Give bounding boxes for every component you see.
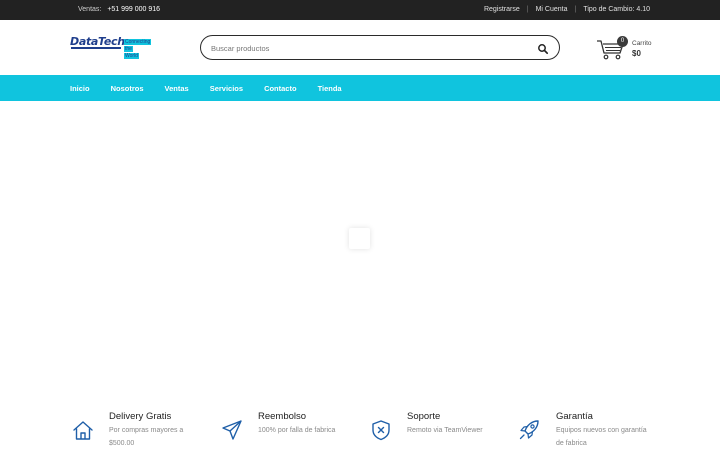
cart-count-badge: 0 [617, 36, 628, 47]
account-links: Registrarse | Mi Cuenta | Tipo de Cambio… [484, 6, 650, 13]
main-nav: Inicio Nosotros Ventas Servicios Contact… [0, 75, 720, 101]
cart-label: Carrito [632, 40, 652, 47]
my-account-link[interactable]: Mi Cuenta [536, 6, 568, 13]
feature-title: Reembolso [258, 411, 307, 422]
feature-title: Soporte [407, 411, 441, 422]
feature-title: Garantía [556, 411, 593, 422]
divider: | [526, 6, 529, 13]
loading-spinner [349, 228, 370, 249]
search-bar [200, 35, 560, 60]
cart-total: $0 [632, 49, 641, 58]
top-bar: Ventas: +51 999 000 916 Registrarse | Mi… [0, 0, 720, 20]
sales-label: Ventas: [78, 6, 102, 13]
nav-item-ventas[interactable]: Ventas [165, 84, 189, 93]
feature-title: Delivery Gratis [109, 411, 172, 422]
site-header: DataTech Connecting the World 0 Carrito … [0, 20, 720, 75]
sales-contact: Ventas: +51 999 000 916 [78, 6, 160, 13]
features-strip: Delivery Gratis Por compras mayores a $5… [0, 401, 720, 450]
logo-tagline-2: the [124, 46, 133, 52]
cart[interactable]: 0 Carrito $0 [596, 36, 656, 62]
feature-desc: 100% por falla de fabrica [258, 427, 336, 434]
rocket-icon [519, 420, 539, 440]
logo[interactable]: DataTech Connecting the World [70, 35, 152, 63]
search-input[interactable] [211, 40, 511, 56]
nav-item-nosotros[interactable]: Nosotros [111, 84, 144, 93]
search-icon [538, 44, 549, 55]
nav-item-tienda[interactable]: Tienda [318, 84, 342, 93]
main-content [0, 101, 720, 401]
nav-item-servicios[interactable]: Servicios [210, 84, 243, 93]
nav-item-contacto[interactable]: Contacto [264, 84, 297, 93]
register-link[interactable]: Registrarse [484, 6, 520, 13]
logo-tagline-1: Connecting [124, 39, 152, 45]
logo-tagline-3: World [124, 53, 139, 59]
feature-desc: Remoto via TeamViewer [407, 427, 483, 434]
sales-phone[interactable]: +51 999 000 916 [107, 6, 160, 13]
exchange-rate-link[interactable]: Tipo de Cambio: 4.10 [583, 6, 650, 13]
feature-desc: Equipos nuevos con garantía de fabrica [556, 427, 647, 447]
feature-desc: Por compras mayores a $500.00 [109, 427, 184, 447]
shield-icon [372, 420, 390, 441]
paper-plane-icon [222, 420, 242, 440]
logo-underline [71, 47, 121, 49]
search-button[interactable] [537, 42, 549, 55]
nav-item-inicio[interactable]: Inicio [70, 84, 90, 93]
divider: | [574, 6, 577, 13]
home-icon [73, 421, 93, 440]
